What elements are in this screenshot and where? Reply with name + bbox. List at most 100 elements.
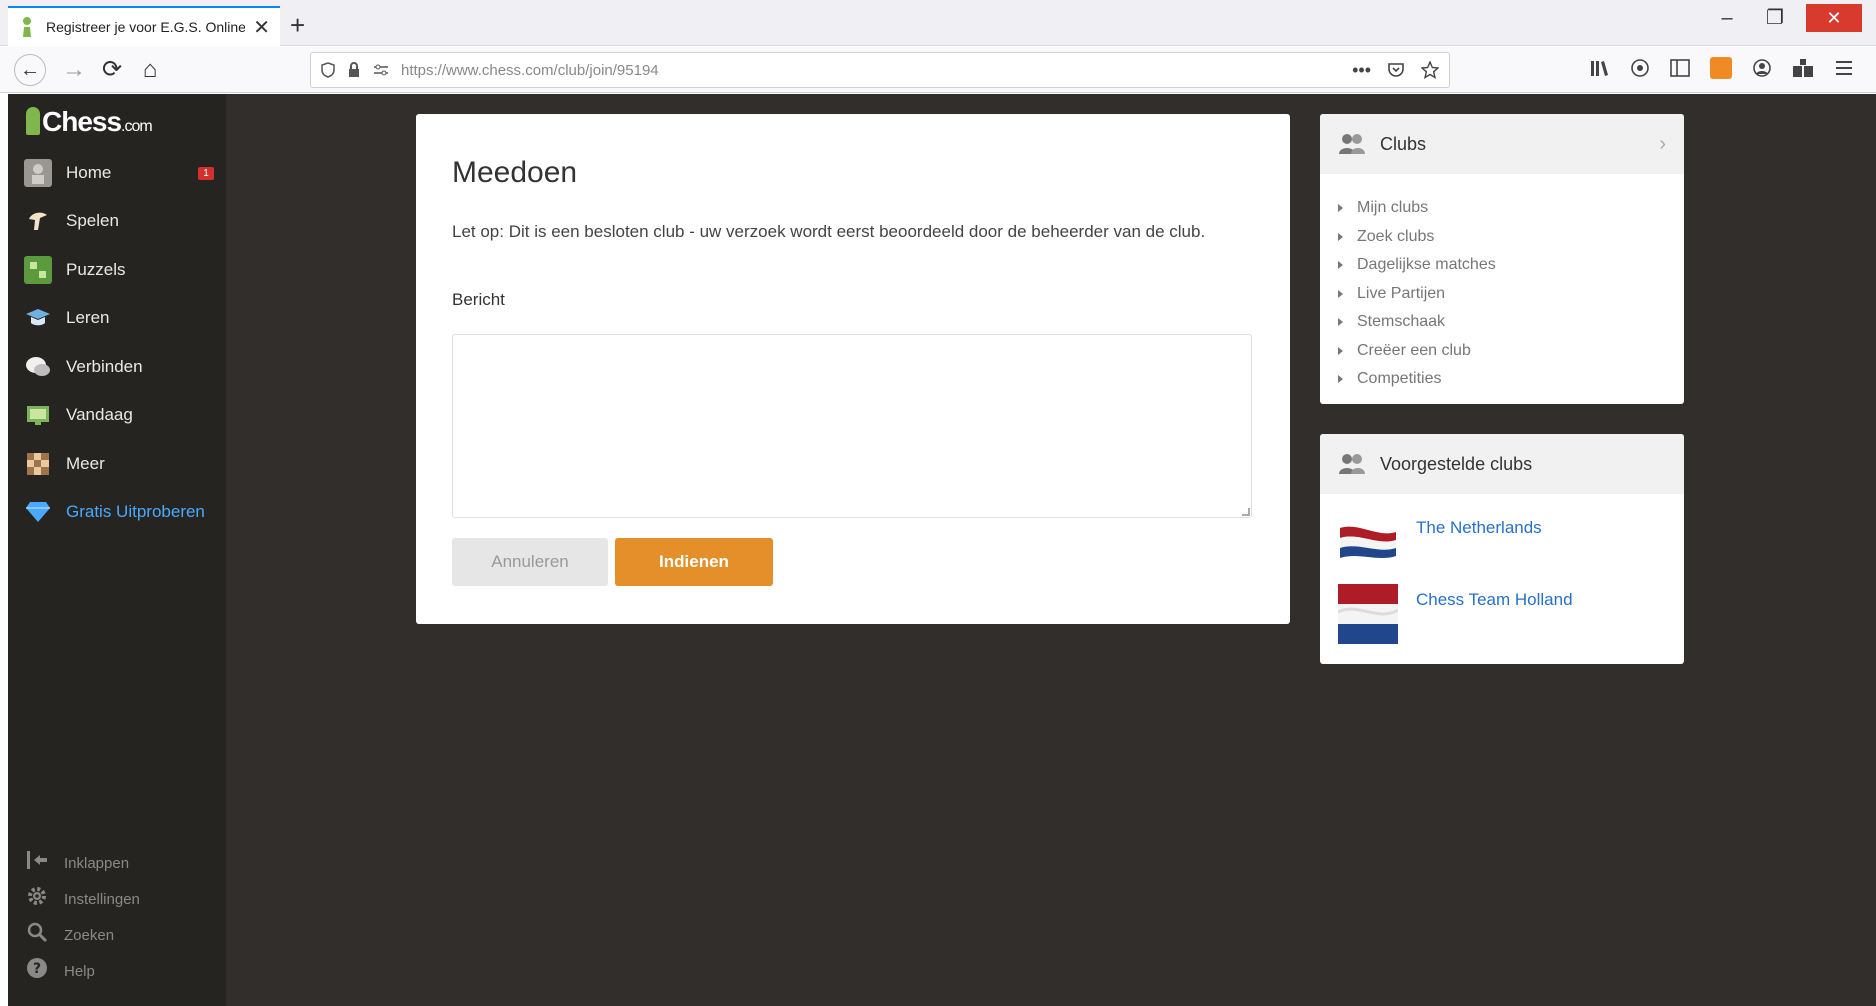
forward-button[interactable]: → (58, 54, 90, 86)
sidebar-help[interactable]: ? Help (24, 956, 95, 986)
clubs-link[interactable]: Creëer een club (1338, 337, 1666, 366)
sidebar-item-leren[interactable]: Leren (24, 301, 224, 335)
diamond-icon (24, 498, 52, 526)
suggested-club-item[interactable]: The Netherlands (1338, 512, 1668, 572)
menu-icon[interactable] (1834, 60, 1854, 76)
sidebar-item-label: Vandaag (66, 405, 133, 424)
sidebar-item-label: Home (66, 163, 112, 182)
sidebar-item-vandaag[interactable]: Vandaag (24, 398, 224, 432)
extensions-puzzle-icon[interactable] (1792, 58, 1814, 78)
new-tab-button[interactable]: + (290, 10, 305, 41)
permissions-icon[interactable] (373, 63, 389, 77)
bullet-icon (1338, 204, 1343, 213)
sidebar-item-label: Spelen (66, 211, 119, 230)
library-icon[interactable] (1590, 59, 1610, 77)
shield-icon (321, 62, 335, 78)
news-icon (24, 401, 52, 429)
suggested-club-name[interactable]: The Netherlands (1416, 518, 1542, 572)
private-club-notice: Let op: Dit is een besloten club - uw ve… (452, 222, 1206, 241)
clubs-link[interactable]: Stemschaak (1338, 308, 1666, 337)
settings-icon (24, 885, 50, 913)
sidebar-search[interactable]: Zoeken (24, 920, 114, 950)
sidebar-bottom-label: Zoeken (64, 926, 115, 944)
clubs-link[interactable]: Mijn clubs (1338, 194, 1666, 223)
clubs-links-list: Mijn clubs Zoek clubs Dagelijkse matches… (1320, 174, 1684, 394)
bullet-icon (1338, 232, 1343, 241)
window-controls: – ❐ ✕ (1710, 4, 1862, 32)
reload-button[interactable]: ⟳ (96, 54, 128, 86)
sidebar-toggle-icon[interactable] (1670, 59, 1690, 77)
notification-badge: 1 (198, 166, 214, 180)
dutch-flag-icon (1338, 584, 1398, 644)
submit-button[interactable]: Indienen (615, 538, 773, 586)
address-bar[interactable]: https://www.chess.com/club/join/95194 ••… (310, 52, 1450, 88)
more-icon (24, 450, 52, 478)
search-icon (24, 921, 50, 949)
minimize-button[interactable]: – (1710, 4, 1744, 32)
dutch-flag-icon (1340, 526, 1396, 558)
resize-handle-icon[interactable] (1242, 508, 1250, 516)
browser-tab-active[interactable]: Registreer je voor E.G.S. Online ✕ (8, 6, 280, 46)
sidebar-item-home[interactable]: Home 1 (24, 156, 224, 190)
pocket-icon[interactable] (1387, 62, 1405, 78)
bullet-icon (1338, 318, 1343, 327)
sidebar-item-label: Leren (66, 308, 110, 327)
users-icon (1339, 454, 1365, 474)
account-icon[interactable] (1752, 58, 1772, 78)
sidebar-item-verbinden[interactable]: Verbinden (24, 350, 224, 384)
lock-icon[interactable] (347, 62, 361, 78)
message-label: Bericht (452, 290, 505, 309)
puzzle-icon (24, 256, 52, 284)
sidebar-settings[interactable]: Instellingen (24, 884, 140, 914)
close-window-button[interactable]: ✕ (1806, 4, 1862, 32)
users-icon (1339, 134, 1365, 154)
close-tab-icon[interactable]: ✕ (253, 15, 270, 40)
bullet-icon (1338, 375, 1343, 384)
sidebar-collapse[interactable]: Inklappen (24, 848, 129, 878)
sync-icon[interactable] (1630, 58, 1650, 78)
suggested-clubs-header: Voorgestelde clubs (1320, 434, 1684, 494)
back-button[interactable]: ← (14, 54, 46, 86)
screen: { "browser": { "tab_title": "Registreer … (0, 0, 1876, 1006)
sidebar-bottom-label: Instellingen (64, 890, 140, 908)
sidebar-item-label: Puzzels (66, 260, 126, 279)
extension-icon[interactable] (1710, 57, 1732, 79)
sidebar-item-label: Verbinden (66, 357, 143, 376)
clubs-link[interactable]: Dagelijkse matches (1338, 251, 1666, 280)
suggested-clubs-panel: Voorgestelde clubs The Netherlands Chess… (1320, 434, 1684, 664)
browser-tab-bar: Registreer je voor E.G.S. Online ✕ + – ❐… (0, 0, 1876, 46)
bullet-icon (1338, 289, 1343, 298)
cancel-button[interactable]: Annuleren (452, 538, 608, 586)
collapse-icon (24, 850, 50, 876)
message-textarea[interactable] (452, 334, 1252, 518)
home-button[interactable]: ⌂ (134, 54, 166, 86)
restore-button[interactable]: ❐ (1758, 4, 1792, 32)
clubs-link[interactable]: Live Partijen (1338, 280, 1666, 309)
chess-logo[interactable]: Chess.com (26, 106, 153, 138)
bullet-icon (1338, 346, 1343, 355)
page-title: Meedoen (452, 156, 578, 189)
page-actions-icon[interactable]: ••• (1352, 60, 1371, 81)
suggested-club-item[interactable]: Chess Team Holland (1338, 584, 1668, 644)
browser-nav-bar: ← → ⟳ ⌂ https://www.chess.com/club/join/… (0, 47, 1876, 93)
svg-text:?: ? (33, 961, 41, 977)
clubs-panel-header[interactable]: Clubs › (1320, 114, 1684, 174)
clubs-link[interactable]: Zoek clubs (1338, 223, 1666, 252)
bookmark-star-icon[interactable] (1421, 61, 1439, 79)
tab-title: Registreer je voor E.G.S. Online (46, 19, 246, 35)
page-content: Chess.com Home 1 Spelen Puzzels Leren Ve… (8, 94, 1876, 1006)
sidebar: Chess.com Home 1 Spelen Puzzels Leren Ve… (8, 94, 226, 1006)
suggested-clubs-title: Voorgestelde clubs (1380, 453, 1533, 474)
sidebar-item-gratis-uitproberen[interactable]: Gratis Uitproberen (24, 495, 224, 529)
suggested-club-name[interactable]: Chess Team Holland (1416, 590, 1573, 644)
sidebar-bottom-label: Help (64, 962, 95, 980)
sidebar-item-meer[interactable]: Meer (24, 447, 224, 481)
sidebar-item-puzzels[interactable]: Puzzels (24, 253, 224, 287)
sidebar-item-spelen[interactable]: Spelen (24, 204, 224, 238)
clubs-panel: Clubs › Mijn clubs Zoek clubs Dagelijkse… (1320, 114, 1684, 404)
sidebar-item-label: Meer (66, 454, 105, 473)
chevron-right-icon: › (1659, 132, 1666, 155)
clubs-link[interactable]: Competities (1338, 365, 1666, 394)
sidebar-bottom-label: Inklappen (64, 854, 130, 872)
browser-toolbar (1590, 57, 1854, 79)
